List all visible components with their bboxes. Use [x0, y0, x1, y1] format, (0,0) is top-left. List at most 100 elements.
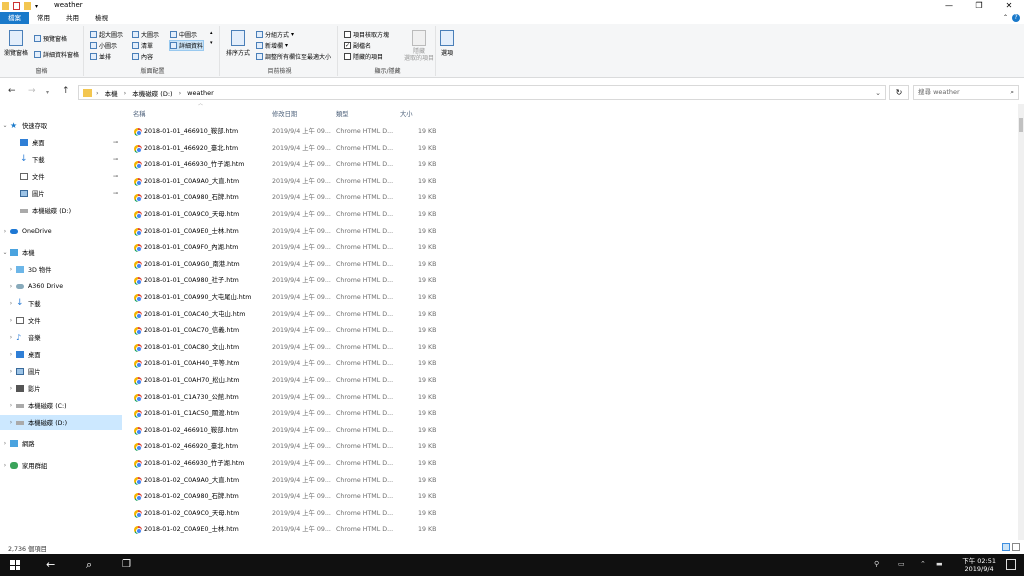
- system-clock[interactable]: 下午 02:51 2019/9/4: [962, 557, 996, 573]
- nav-this-pc[interactable]: ⌄ 本機: [0, 245, 122, 260]
- file-row[interactable]: 2018-01-01_466910_鞍部.htm 2019/9/4 上午 09..…: [130, 124, 450, 140]
- pin-icon[interactable]: ⊸: [113, 190, 118, 197]
- breadcrumb-weather[interactable]: weather: [187, 89, 214, 97]
- search-icon[interactable]: ⌕: [1010, 86, 1014, 99]
- breadcrumb-local-disk-d[interactable]: 本機磁碟 (D:): [132, 88, 172, 98]
- details-pane-button[interactable]: 詳細資料窗格: [34, 50, 79, 59]
- nav-network[interactable]: › 網路: [0, 436, 122, 451]
- nav-homegroup[interactable]: › 家用群組: [0, 458, 122, 473]
- help-icon[interactable]: ?: [1012, 14, 1020, 22]
- file-row[interactable]: 2018-01-02_466920_臺北.htm 2019/9/4 上午 09..…: [130, 439, 450, 455]
- close-button[interactable]: ✕: [994, 0, 1024, 12]
- scrollbar-thumb[interactable]: [1019, 118, 1023, 132]
- scroll-up-icon[interactable]: ▴: [210, 30, 213, 36]
- address-history-chevron-icon[interactable]: ⌄: [875, 89, 881, 97]
- forward-arrow-icon[interactable]: →: [28, 86, 36, 96]
- layout-content[interactable]: 內容: [132, 52, 153, 61]
- file-row[interactable]: 2018-01-01_C0A990_大屯尾山.htm 2019/9/4 上午 09…: [130, 290, 450, 306]
- layout-extra-large-icons[interactable]: 超大圖示: [90, 30, 123, 39]
- properties-icon[interactable]: [13, 2, 20, 10]
- nav-item-pictures[interactable]: 圖片 ⊸: [0, 186, 122, 201]
- column-header-name[interactable]: 名稱: [133, 104, 269, 124]
- file-row[interactable]: 2018-01-02_C0A9C0_天母.htm 2019/9/4 上午 09..…: [130, 506, 450, 522]
- recent-locations-icon[interactable]: ▾: [46, 89, 49, 96]
- chevron-right-icon[interactable]: ›: [6, 368, 16, 375]
- chevron-right-icon[interactable]: ›: [6, 402, 16, 409]
- chevron-right-icon[interactable]: ›: [6, 300, 16, 307]
- file-row[interactable]: 2018-01-01_466920_臺北.htm 2019/9/4 上午 09..…: [130, 141, 450, 157]
- nav-item-a360-drive[interactable]: › A360 Drive: [0, 279, 122, 294]
- layout-small-icons[interactable]: 小圖示: [90, 41, 117, 50]
- file-row[interactable]: 2018-01-02_466910_鞍部.htm 2019/9/4 上午 09..…: [130, 423, 450, 439]
- nav-item-music[interactable]: › ♪ 音樂: [0, 330, 122, 345]
- nav-item-documents-pc[interactable]: › 文件: [0, 313, 122, 328]
- back-arrow-icon[interactable]: ←: [46, 558, 55, 572]
- search-input[interactable]: 搜尋 weather ⌕: [913, 85, 1019, 100]
- back-arrow-icon[interactable]: ←: [8, 86, 16, 96]
- sort-by-button[interactable]: 排序方式: [226, 30, 250, 57]
- chevron-right-icon[interactable]: ›: [6, 266, 16, 273]
- tab-share[interactable]: 共用: [58, 12, 87, 24]
- checkbox-icon[interactable]: [344, 53, 351, 60]
- layout-scroll-buttons[interactable]: ▴ ▾: [210, 30, 213, 46]
- nav-item-desktop-pc[interactable]: › 桌面: [0, 347, 122, 362]
- group-by-button[interactable]: 分組方式 ▾: [256, 30, 294, 39]
- nav-item-videos[interactable]: › 影片: [0, 381, 122, 396]
- preview-pane-button[interactable]: 預覽窗格: [34, 34, 67, 43]
- layout-medium-icons[interactable]: 中圖示: [170, 30, 197, 39]
- pin-icon[interactable]: ⊸: [113, 139, 118, 146]
- nav-item-local-disk-d-quick[interactable]: 本機磁碟 (D:): [0, 203, 122, 218]
- chevron-right-icon[interactable]: ›: [179, 89, 182, 97]
- chevron-right-icon[interactable]: ›: [6, 419, 16, 426]
- nav-item-pictures-pc[interactable]: › 圖片: [0, 364, 122, 379]
- tab-view[interactable]: 檢視: [87, 12, 116, 24]
- customize-qat-icon[interactable]: ▾: [35, 3, 38, 10]
- chevron-right-icon[interactable]: ›: [96, 89, 99, 97]
- details-view-icon[interactable]: [1002, 543, 1010, 551]
- pin-icon[interactable]: ⊸: [113, 156, 118, 163]
- task-view-icon[interactable]: ❐: [122, 558, 131, 572]
- show-hidden-icons-icon[interactable]: ⌃: [920, 560, 926, 568]
- chevron-right-icon[interactable]: ›: [124, 89, 127, 97]
- navigation-pane-button[interactable]: 瀏覽窗格: [4, 30, 28, 57]
- nav-item-3d-objects[interactable]: › 3D 物件: [0, 262, 122, 277]
- hidden-items-toggle[interactable]: 隱藏的項目: [344, 52, 383, 61]
- search-icon[interactable]: ⌕: [86, 558, 92, 572]
- file-row[interactable]: 2018-01-02_C0A980_石牌.htm 2019/9/4 上午 09..…: [130, 489, 450, 505]
- chevron-right-icon[interactable]: ›: [6, 334, 16, 341]
- tab-file[interactable]: 檔案: [0, 12, 29, 24]
- column-header-size[interactable]: 大小: [400, 104, 440, 124]
- nav-quick-access[interactable]: ⌄ ★ 快速存取: [0, 118, 122, 133]
- chevron-right-icon[interactable]: ›: [6, 385, 16, 392]
- file-row[interactable]: 2018-01-01_C0AC40_大屯山.htm 2019/9/4 上午 09.…: [130, 307, 450, 323]
- file-row[interactable]: 2018-01-01_C0A9E0_士林.htm 2019/9/4 上午 09..…: [130, 224, 450, 240]
- chevron-right-icon[interactable]: ›: [6, 317, 16, 324]
- column-header-type[interactable]: 類型: [336, 104, 398, 124]
- chevron-right-icon[interactable]: ›: [6, 283, 16, 290]
- file-row[interactable]: 2018-01-01_C0A9G0_南港.htm 2019/9/4 上午 09..…: [130, 257, 450, 273]
- breadcrumb-this-pc[interactable]: 本機: [105, 88, 118, 98]
- minimize-button[interactable]: —: [934, 0, 964, 12]
- file-row[interactable]: 2018-01-01_C0A980_社子.htm 2019/9/4 上午 09..…: [130, 273, 450, 289]
- scroll-down-icon[interactable]: ▾: [210, 40, 213, 46]
- layout-list[interactable]: 清單: [132, 41, 153, 50]
- address-bar[interactable]: › 本機 › 本機磁碟 (D:) › weather ⌄: [78, 85, 886, 100]
- file-row[interactable]: 2018-01-02_C0A9A0_大直.htm 2019/9/4 上午 09..…: [130, 473, 450, 489]
- pin-icon[interactable]: ⊸: [113, 173, 118, 180]
- nav-item-local-disk-c[interactable]: › 本機磁碟 (C:): [0, 398, 122, 413]
- nav-item-downloads-pc[interactable]: › ↓ 下載: [0, 296, 122, 311]
- keyboard-icon[interactable]: ▬: [936, 560, 943, 568]
- nav-onedrive[interactable]: › OneDrive: [0, 224, 122, 239]
- file-row[interactable]: 2018-01-01_C0AH40_平等.htm 2019/9/4 上午 09..…: [130, 356, 450, 372]
- chevron-right-icon[interactable]: ›: [0, 228, 10, 235]
- file-row[interactable]: 2018-01-01_C1A730_公館.htm 2019/9/4 上午 09..…: [130, 390, 450, 406]
- people-icon[interactable]: ⚲: [874, 560, 879, 568]
- nav-item-downloads[interactable]: ↓ 下載 ⊸: [0, 152, 122, 167]
- layout-details[interactable]: 詳細資料: [168, 40, 205, 51]
- maximize-button[interactable]: ❐: [964, 0, 994, 12]
- windows-start-icon[interactable]: [10, 560, 20, 570]
- hide-selected-button[interactable]: 隱藏 選取的項目: [404, 30, 434, 62]
- file-row[interactable]: 2018-01-02_C0A9E0_士林.htm 2019/9/4 上午 09..…: [130, 522, 450, 538]
- file-row[interactable]: 2018-01-01_C0A9F0_內湖.htm 2019/9/4 上午 09..…: [130, 240, 450, 256]
- checkbox-icon[interactable]: ✓: [344, 42, 351, 49]
